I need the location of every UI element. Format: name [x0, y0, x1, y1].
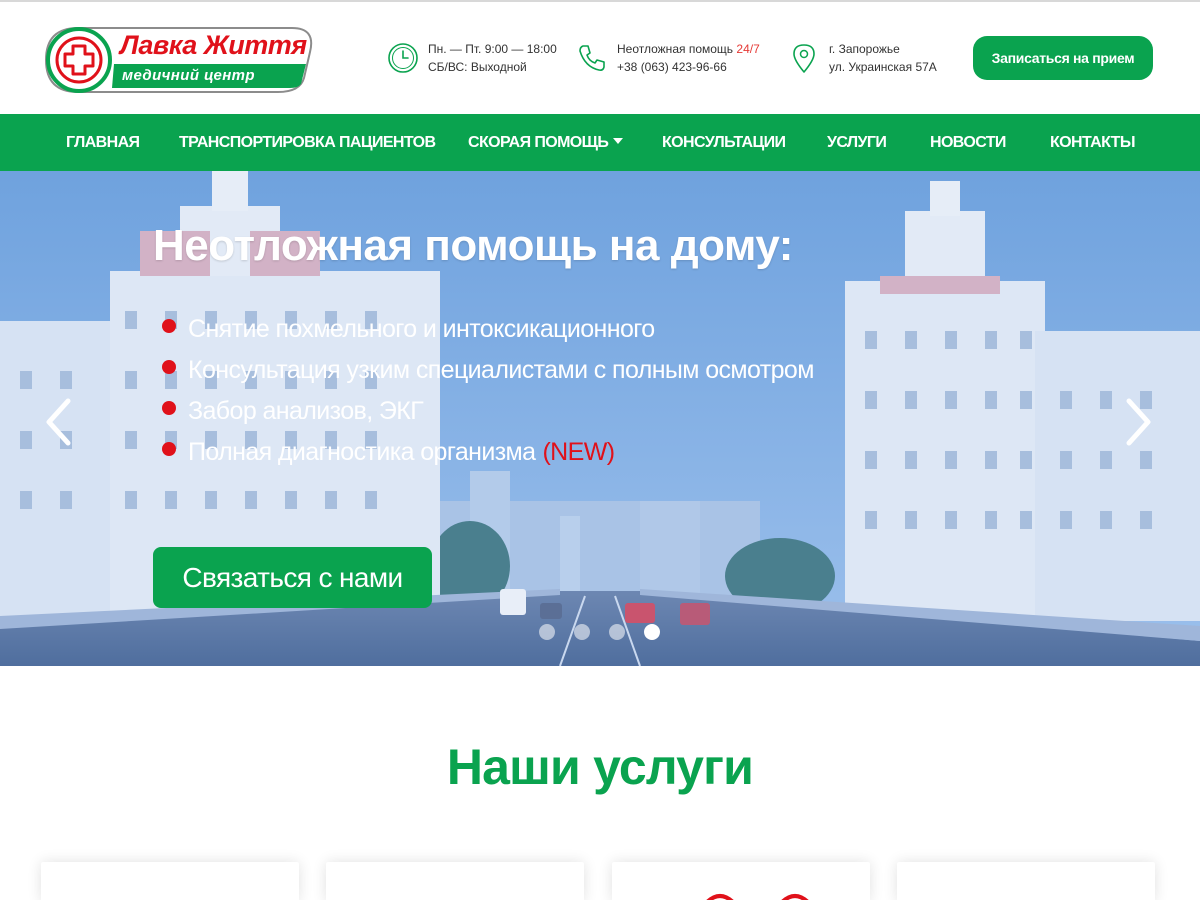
hero-title: Неотложная помощь на дому:: [153, 221, 793, 270]
hero-list-item-text: Снятие похмельного и интоксикационного: [188, 314, 655, 343]
slider-dot-2[interactable]: [574, 624, 590, 640]
hero-list-item-text: Полная диагностика организма: [188, 437, 536, 466]
bullet-icon: [162, 318, 176, 333]
emergency-badge: 24/7: [736, 42, 760, 56]
emergency-phone[interactable]: +38 (063) 423-96-66: [617, 58, 760, 76]
service-card[interactable]: [326, 862, 584, 900]
main-nav: ГЛАВНАЯ ТРАНСПОРТИРОВКА ПАЦИЕНТОВ СКОРАЯ…: [0, 114, 1200, 171]
working-hours: Пн. — Пт. 9:00 — 18:00 СБ/ВС: Выходной: [386, 40, 557, 76]
address-street: ул. Украинская 57А: [829, 60, 937, 74]
slider-dot-4[interactable]: [644, 624, 660, 640]
nav-item-patient-transport[interactable]: ТРАНСПОРТИРОВКА ПАЦИЕНТОВ: [179, 114, 436, 171]
bullet-icon: [162, 441, 176, 456]
chevron-right-icon[interactable]: [1124, 397, 1154, 447]
nav-item-contacts[interactable]: КОНТАКТЫ: [1050, 114, 1135, 171]
bullet-icon: [162, 400, 176, 415]
map-pin-icon: [787, 41, 821, 75]
slider-dot-3[interactable]: [609, 624, 625, 640]
logo-title: Лавка Життя: [120, 30, 307, 60]
service-card[interactable]: [897, 862, 1155, 900]
book-appointment-button[interactable]: Записаться на прием: [973, 36, 1153, 80]
hero-list-item: Забор анализов, ЭКГ: [162, 390, 814, 431]
service-card-icon: [706, 894, 809, 900]
hero-list-item-text: Консультация узким специалистами с полны…: [188, 355, 814, 384]
nav-item-ambulance-label: СКОРАЯ ПОМОЩЬ: [468, 134, 609, 151]
address: г. Запорожье ул. Украинская 57А: [787, 40, 937, 76]
slider-dot-1[interactable]: [539, 624, 555, 640]
site-header: Лавка Життя медичний центр Пн. — Пт. 9:0…: [0, 2, 1200, 114]
logo-subtitle: медичний центр: [122, 67, 255, 84]
hero-list-item: Полная диагностика организма (NEW): [162, 431, 814, 472]
caret-down-icon: [613, 137, 624, 144]
nav-item-news[interactable]: НОВОСТИ: [930, 114, 1006, 171]
emergency-contact: Неотложная помощь 24/7 +38 (063) 423-96-…: [575, 40, 760, 76]
hero-list-item: Снятие похмельного и интоксикационного: [162, 308, 814, 349]
chevron-left-icon[interactable]: [43, 397, 73, 447]
emergency-label: Неотложная помощь: [617, 42, 734, 56]
nav-item-ambulance[interactable]: СКОРАЯ ПОМОЩЬ: [468, 114, 624, 171]
hours-weekdays: Пн. — Пт. 9:00 — 18:00: [428, 42, 557, 56]
logo[interactable]: Лавка Життя медичний центр: [42, 24, 320, 96]
service-card[interactable]: [612, 862, 870, 900]
phone-icon: [575, 41, 609, 75]
nav-item-consultations[interactable]: КОНСУЛЬТАЦИИ: [662, 114, 786, 171]
nav-item-services[interactable]: УСЛУГИ: [827, 114, 887, 171]
hero-list-item: Консультация узким специалистами с полны…: [162, 349, 814, 390]
new-badge: (NEW): [542, 437, 615, 466]
nav-item-home[interactable]: ГЛАВНАЯ: [66, 114, 140, 171]
hero-list-item-text: Забор анализов, ЭКГ: [188, 396, 424, 425]
clock-icon: [386, 41, 420, 75]
hours-weekend: СБ/ВС: Выходной: [428, 60, 527, 74]
service-card[interactable]: [41, 862, 299, 900]
bullet-icon: [162, 359, 176, 374]
slider-dots: [539, 624, 660, 640]
contact-us-button[interactable]: Связаться с нами: [153, 547, 432, 608]
services-heading: Наши услуги: [446, 739, 754, 795]
address-city: г. Запорожье: [829, 42, 900, 56]
hero-service-list: Снятие похмельного и интоксикационного К…: [162, 308, 814, 472]
hero-slider: Неотложная помощь на дому: Снятие похмел…: [0, 171, 1200, 666]
